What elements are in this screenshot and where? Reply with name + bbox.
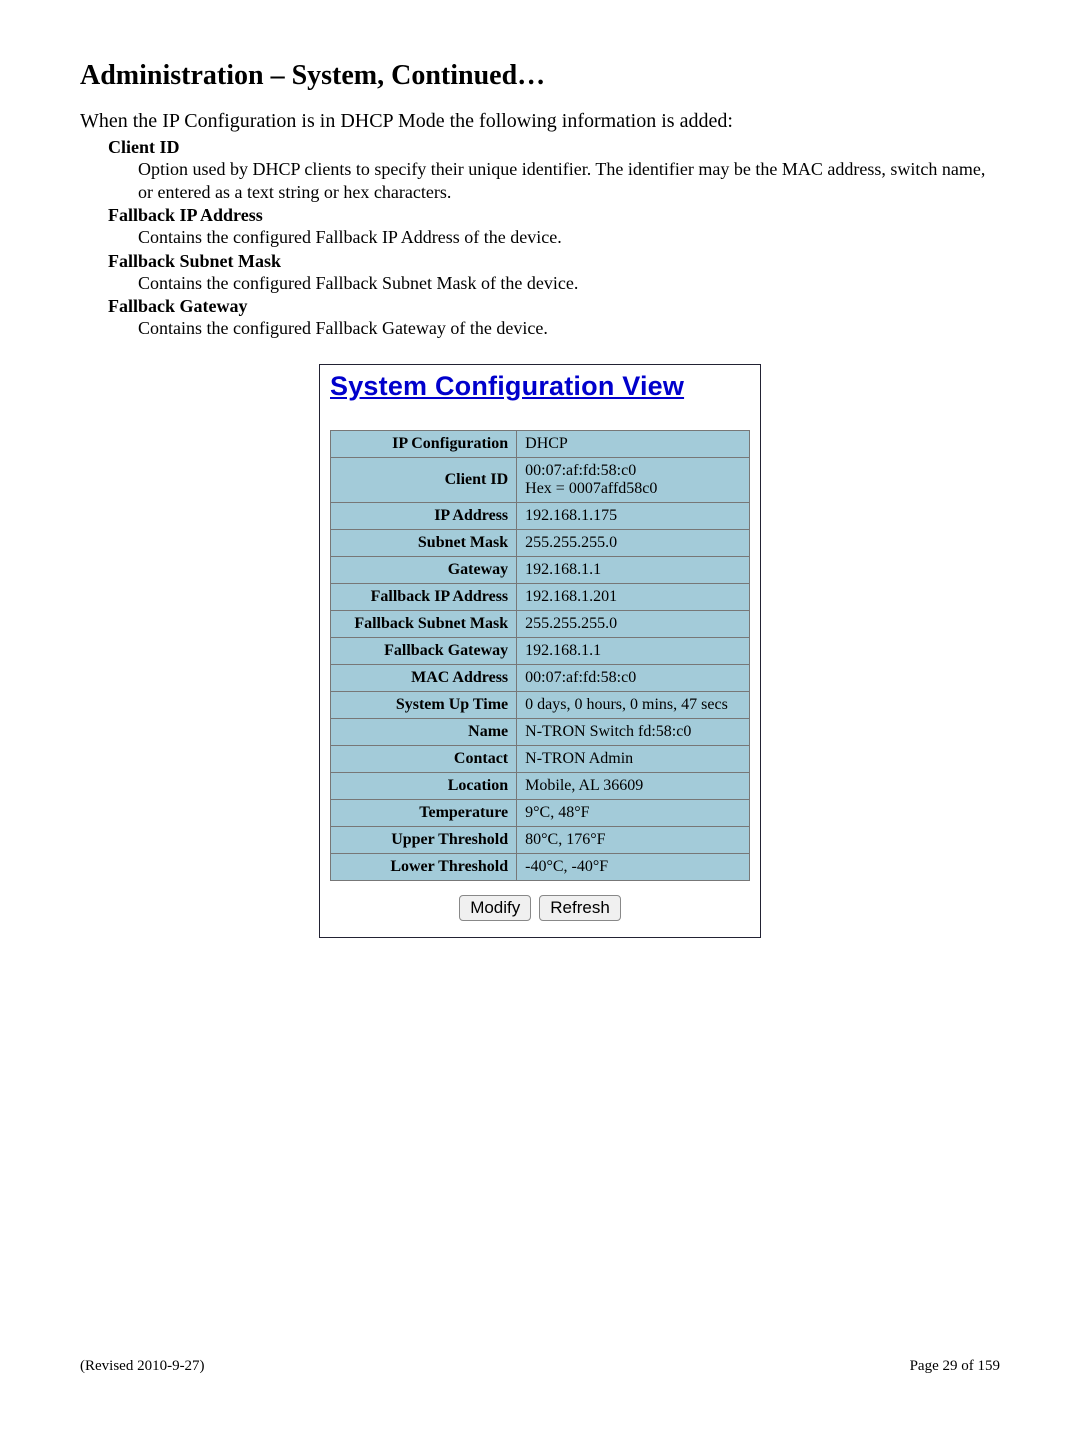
table-row: IP Address192.168.1.175 — [331, 502, 750, 529]
table-row: LocationMobile, AL 36609 — [331, 772, 750, 799]
definition-desc: Contains the configured Fallback Gateway… — [138, 317, 1000, 340]
definition-term: Fallback Subnet Mask — [108, 251, 1000, 272]
definition-list: Client IDOption used by DHCP clients to … — [108, 137, 1000, 340]
row-label: Location — [331, 772, 517, 799]
row-label: Client ID — [331, 457, 517, 502]
page-footer: (Revised 2010-9-27) Page 29 of 159 — [80, 1358, 1000, 1375]
row-label: Upper Threshold — [331, 826, 517, 853]
row-value: 9°C, 48°F — [517, 799, 750, 826]
page-heading: Administration – System, Continued… — [80, 60, 1000, 92]
row-value: 192.168.1.201 — [517, 583, 750, 610]
row-value: 255.255.255.0 — [517, 610, 750, 637]
row-label: Lower Threshold — [331, 853, 517, 880]
definition-term: Fallback Gateway — [108, 296, 1000, 317]
modify-button[interactable]: Modify — [459, 895, 531, 921]
table-row: ContactN-TRON Admin — [331, 745, 750, 772]
footer-left: (Revised 2010-9-27) — [80, 1358, 205, 1375]
table-row: Temperature9°C, 48°F — [331, 799, 750, 826]
row-value: 192.168.1.1 — [517, 637, 750, 664]
refresh-button[interactable]: Refresh — [539, 895, 621, 921]
table-row: Fallback Gateway192.168.1.1 — [331, 637, 750, 664]
definition-desc: Contains the configured Fallback Subnet … — [138, 272, 1000, 295]
row-label: System Up Time — [331, 691, 517, 718]
row-label: Fallback Subnet Mask — [331, 610, 517, 637]
row-value: Mobile, AL 36609 — [517, 772, 750, 799]
row-label: Subnet Mask — [331, 529, 517, 556]
table-row: NameN-TRON Switch fd:58:c0 — [331, 718, 750, 745]
row-value: 255.255.255.0 — [517, 529, 750, 556]
table-row: Upper Threshold80°C, 176°F — [331, 826, 750, 853]
row-value: N-TRON Switch fd:58:c0 — [517, 718, 750, 745]
table-row: Client ID00:07:af:fd:58:c0Hex = 0007affd… — [331, 457, 750, 502]
config-panel: System Configuration View IP Configurati… — [319, 364, 761, 938]
row-value: 192.168.1.175 — [517, 502, 750, 529]
row-label: Gateway — [331, 556, 517, 583]
table-row: Fallback Subnet Mask255.255.255.0 — [331, 610, 750, 637]
row-label: IP Address — [331, 502, 517, 529]
intro-text: When the IP Configuration is in DHCP Mod… — [80, 110, 1000, 133]
panel-title: System Configuration View — [330, 371, 750, 402]
definition-term: Fallback IP Address — [108, 205, 1000, 226]
row-label: Fallback Gateway — [331, 637, 517, 664]
table-row: Gateway192.168.1.1 — [331, 556, 750, 583]
row-value: 0 days, 0 hours, 0 mins, 47 secs — [517, 691, 750, 718]
row-value: 192.168.1.1 — [517, 556, 750, 583]
row-value: 80°C, 176°F — [517, 826, 750, 853]
table-row: Subnet Mask255.255.255.0 — [331, 529, 750, 556]
row-label: Fallback IP Address — [331, 583, 517, 610]
table-row: MAC Address00:07:af:fd:58:c0 — [331, 664, 750, 691]
row-label: Contact — [331, 745, 517, 772]
table-row: System Up Time0 days, 0 hours, 0 mins, 4… — [331, 691, 750, 718]
row-label: Name — [331, 718, 517, 745]
row-label: Temperature — [331, 799, 517, 826]
row-label: IP Configuration — [331, 430, 517, 457]
footer-right: Page 29 of 159 — [910, 1358, 1000, 1375]
definition-term: Client ID — [108, 137, 1000, 158]
button-row: Modify Refresh — [330, 895, 750, 921]
row-label: MAC Address — [331, 664, 517, 691]
row-value: N-TRON Admin — [517, 745, 750, 772]
row-value: 00:07:af:fd:58:c0Hex = 0007affd58c0 — [517, 457, 750, 502]
row-value: DHCP — [517, 430, 750, 457]
table-row: IP ConfigurationDHCP — [331, 430, 750, 457]
definition-desc: Option used by DHCP clients to specify t… — [138, 158, 1000, 203]
table-row: Lower Threshold-40°C, -40°F — [331, 853, 750, 880]
table-row: Fallback IP Address192.168.1.201 — [331, 583, 750, 610]
row-value: 00:07:af:fd:58:c0 — [517, 664, 750, 691]
config-table: IP ConfigurationDHCPClient ID00:07:af:fd… — [330, 430, 750, 881]
row-value: -40°C, -40°F — [517, 853, 750, 880]
definition-desc: Contains the configured Fallback IP Addr… — [138, 226, 1000, 249]
